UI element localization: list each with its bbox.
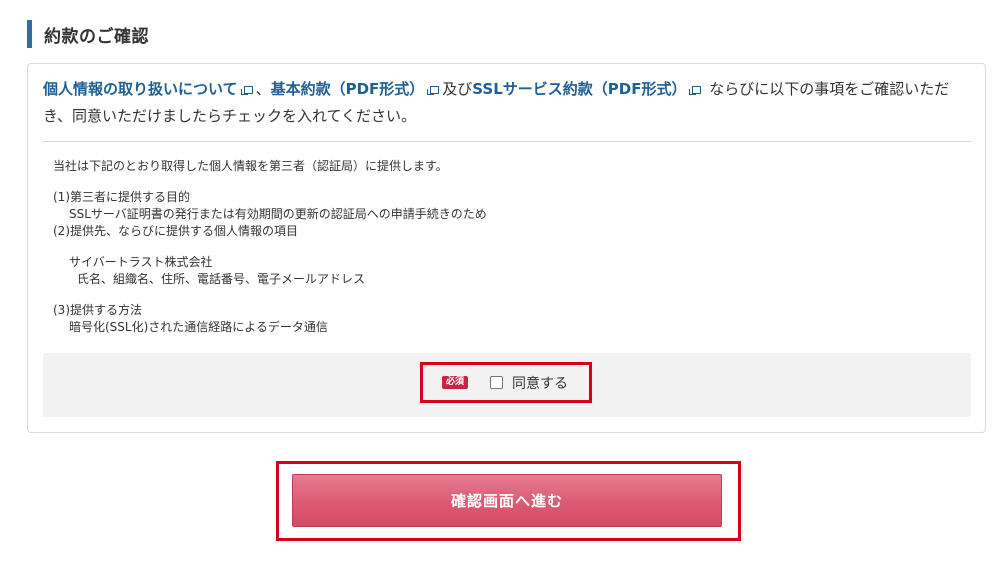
external-link-icon bbox=[427, 86, 440, 95]
intro-separator: 、 bbox=[255, 80, 271, 98]
terms-item1-title: (1)第三者に提供する目的 bbox=[53, 190, 190, 204]
basic-terms-link[interactable]: 基本約款（PDF形式） bbox=[271, 80, 425, 98]
terms-lead: 当社は下記のとおり取得した個人情報を第三者（認証局）に提供します。 bbox=[53, 159, 448, 173]
divider bbox=[43, 141, 971, 142]
page: 約款のご確認 個人情報の取り扱いについて 、基本約款（PDF形式） 及びSSLサービ… bbox=[0, 0, 1008, 568]
agree-area: 必須 同意する bbox=[43, 353, 971, 417]
external-link-icon bbox=[240, 86, 253, 95]
submit-button-highlight: 確認画面へ進む bbox=[276, 461, 741, 541]
external-link-icon bbox=[689, 86, 702, 95]
required-badge: 必須 bbox=[442, 376, 469, 389]
proceed-to-confirm-button[interactable]: 確認画面へ進む bbox=[292, 474, 722, 527]
section-title: 約款のご確認 bbox=[27, 20, 149, 48]
agree-checkbox[interactable] bbox=[490, 376, 504, 389]
intro-text: 個人情報の取り扱いについて 、基本約款（PDF形式） 及びSSLサービス約款（PDF… bbox=[43, 76, 973, 130]
intro-and: 及び bbox=[442, 80, 473, 98]
terms-item2-company: サイバートラスト株式会社 bbox=[69, 255, 213, 269]
agree-label[interactable]: 同意する bbox=[512, 373, 568, 393]
agree-checkbox-row[interactable]: 必須 同意する bbox=[420, 362, 592, 403]
terms-text: 当社は下記のとおり取得した個人情報を第三者（認証局）に提供します。 (1)第三者… bbox=[53, 158, 487, 336]
terms-item3-body: 暗号化(SSL化)された通信経路によるデータ通信 bbox=[69, 320, 328, 334]
terms-item1-body: SSLサーバ証明書の発行または有効期間の更新の認証局への申請手続きのため bbox=[69, 207, 487, 221]
terms-item2-title: (2)提供先、ならびに提供する個人情報の項目 bbox=[53, 224, 298, 238]
terms-item2-fields: 氏名、組織名、住所、電話番号、電子メールアドレス bbox=[77, 272, 366, 286]
ssl-terms-link[interactable]: SSLサービス約款（PDF形式） bbox=[472, 80, 686, 98]
terms-panel: 個人情報の取り扱いについて 、基本約款（PDF形式） 及びSSLサービス約款（PDF… bbox=[27, 63, 986, 433]
terms-item3-title: (3)提供する方法 bbox=[53, 303, 142, 317]
privacy-policy-link[interactable]: 個人情報の取り扱いについて bbox=[43, 80, 238, 98]
